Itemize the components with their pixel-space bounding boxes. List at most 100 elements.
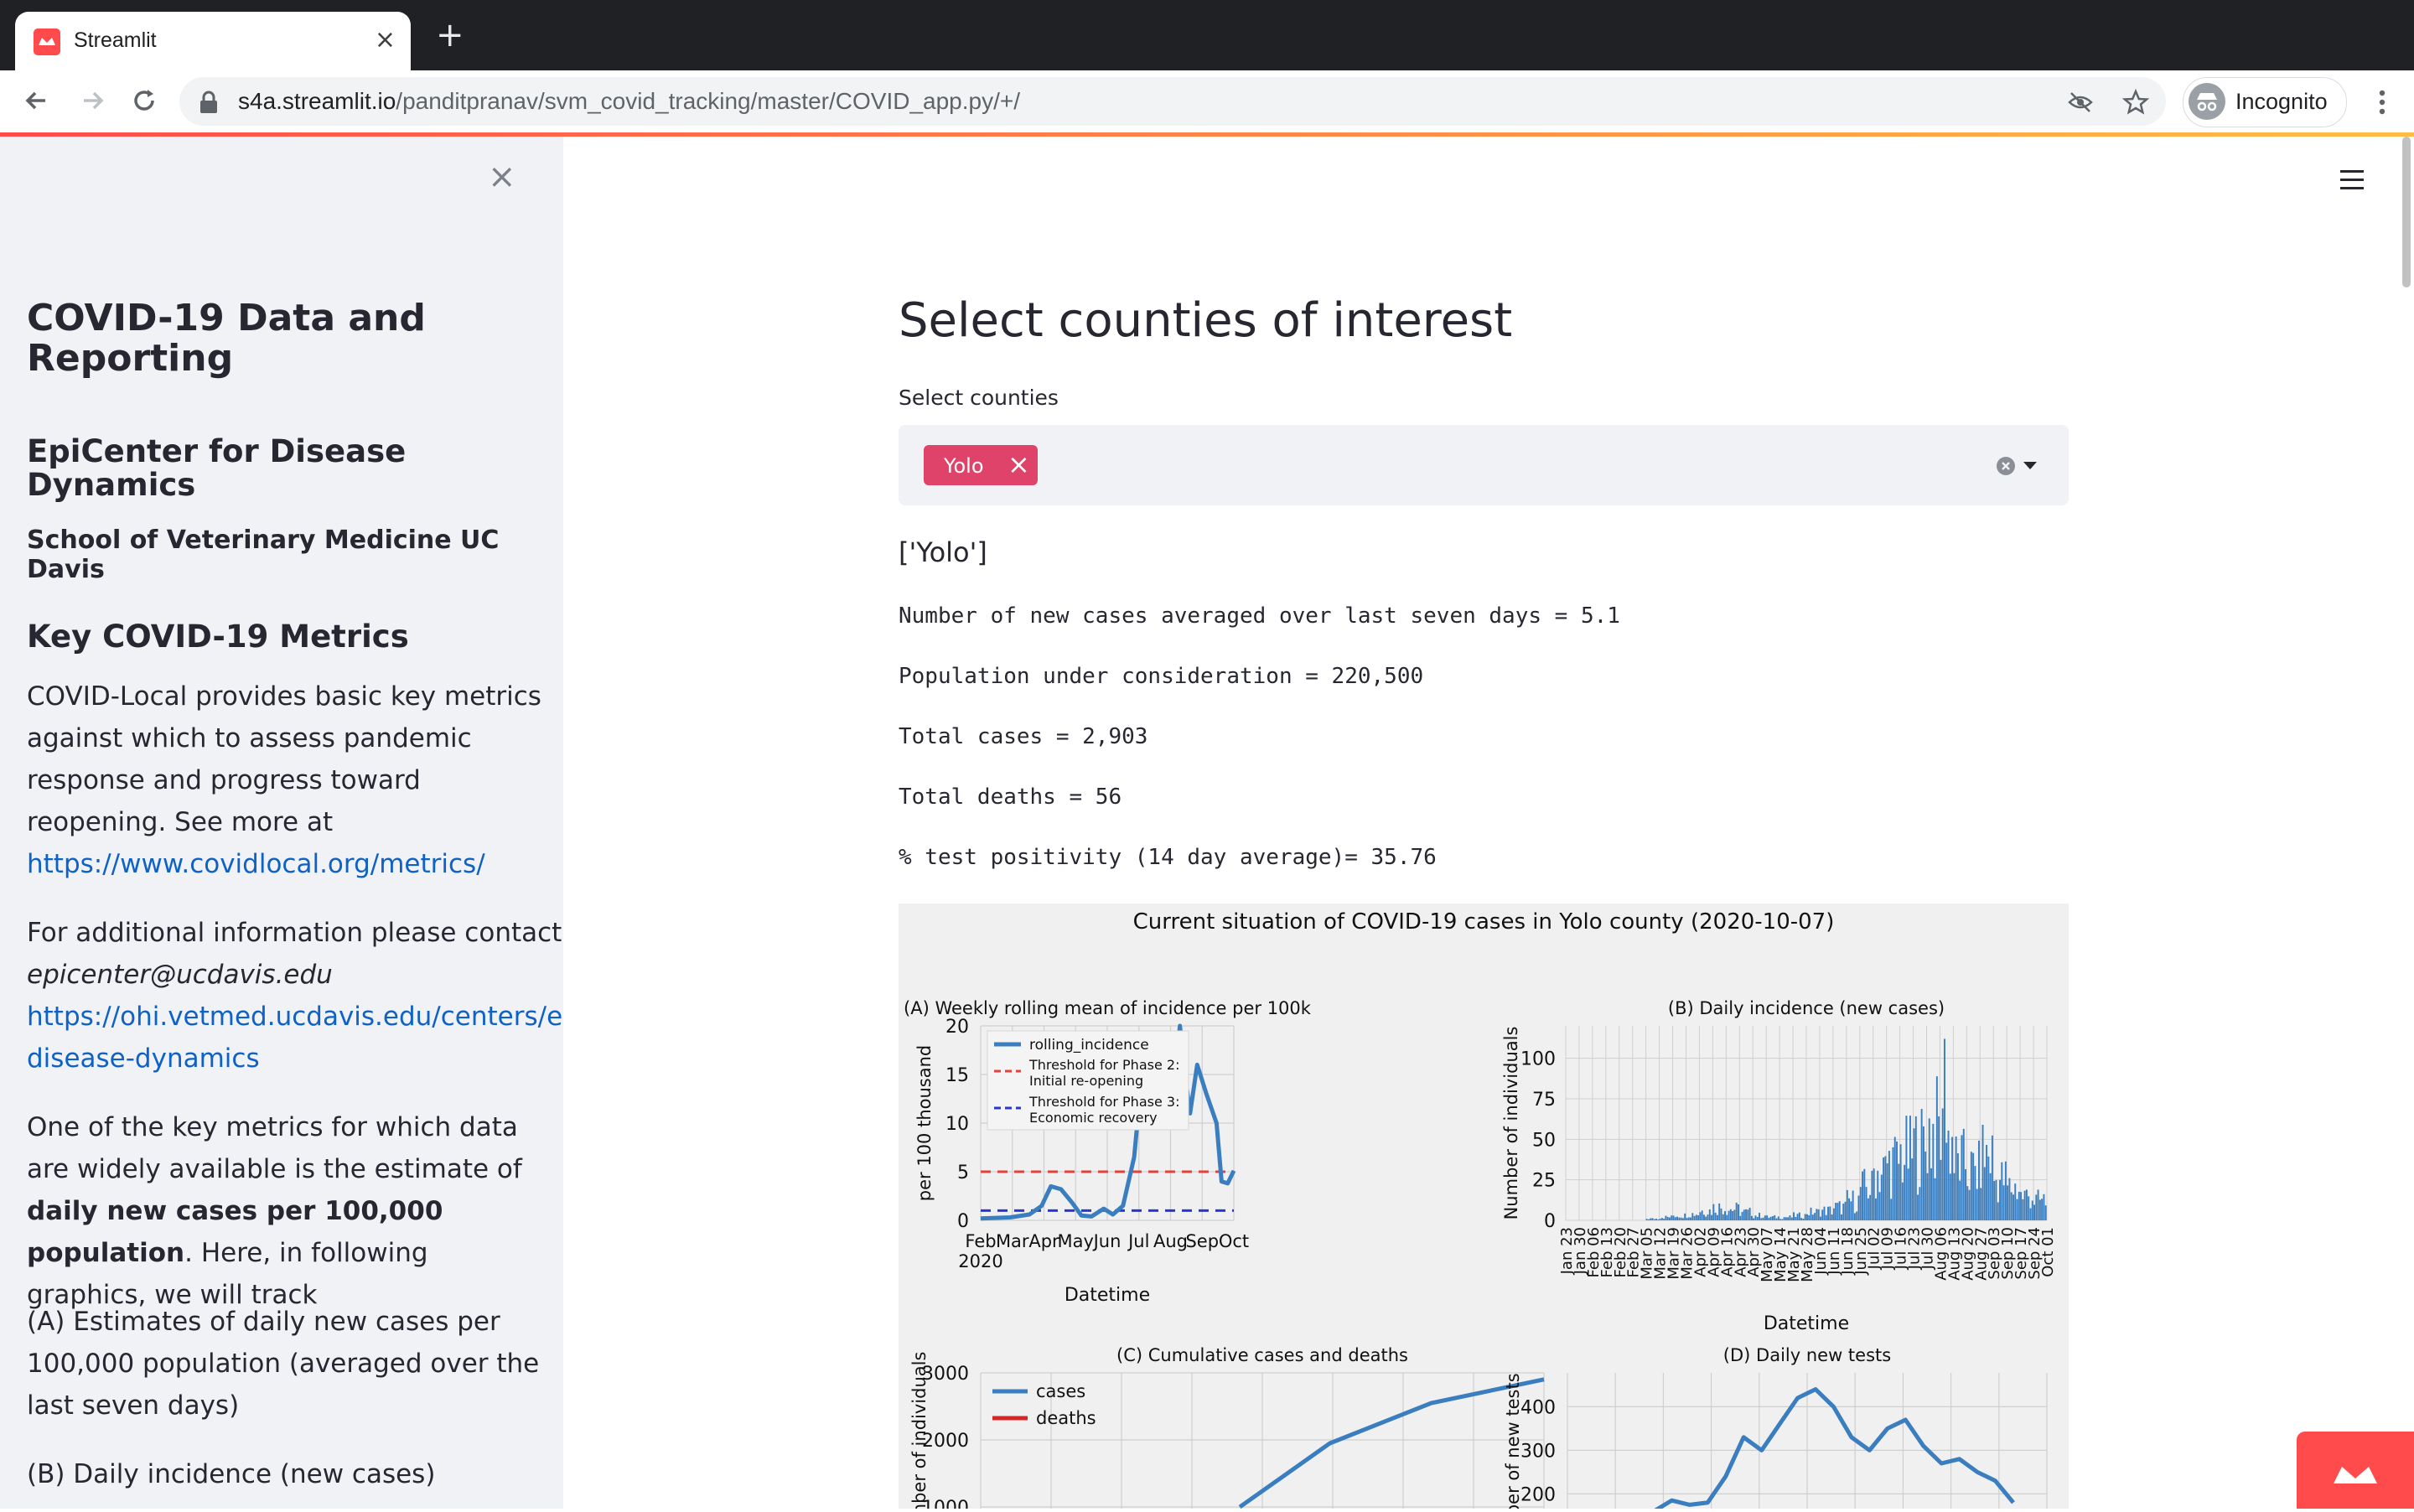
daily-incidence-bar xyxy=(1968,1189,1971,1220)
daily-incidence-bar xyxy=(2028,1196,2030,1220)
reload-icon[interactable] xyxy=(127,84,161,117)
panel-a-ytick-label: 0 xyxy=(957,1211,969,1232)
daily-incidence-bar xyxy=(1909,1116,1911,1220)
daily-incidence-bar xyxy=(1944,1038,1945,1220)
daily-incidence-bar xyxy=(1795,1216,1797,1220)
daily-incidence-bar xyxy=(1666,1216,1669,1220)
daily-incidence-bar xyxy=(1772,1216,1774,1220)
covidlocal-link[interactable]: https://www.covidlocal.org/metrics/ xyxy=(27,849,485,879)
browser-tab[interactable]: Streamlit × xyxy=(15,12,411,70)
daily-incidence-bar xyxy=(1831,1214,1833,1220)
daily-incidence-bar xyxy=(1890,1199,1893,1220)
panel-a-ytick-label: 10 xyxy=(945,1114,969,1135)
daily-incidence-bar xyxy=(1965,1169,1966,1220)
daily-incidence-bar xyxy=(1986,1144,1988,1220)
hamburger-menu-icon[interactable] xyxy=(2339,168,2365,193)
daily-incidence-bar xyxy=(1932,1123,1935,1220)
daily-incidence-bar xyxy=(2002,1185,2005,1220)
panel-a-xtick-label: Aug xyxy=(1153,1231,1188,1251)
daily-incidence-bar xyxy=(1655,1219,1657,1220)
daily-incidence-bar xyxy=(1940,1159,1942,1220)
incognito-profile-button[interactable]: Incognito xyxy=(2183,77,2347,127)
daily-incidence-bar xyxy=(1893,1137,1896,1220)
clear-all-icon[interactable] xyxy=(1997,457,2015,475)
metrics-heading: Key COVID-19 Metrics xyxy=(27,619,409,655)
daily-incidence-bar xyxy=(2022,1199,2024,1220)
daily-incidence-bar xyxy=(1914,1116,1917,1220)
daily-incidence-bar xyxy=(1697,1214,1700,1220)
daily-incidence-bar xyxy=(1810,1207,1812,1220)
star-icon[interactable] xyxy=(2122,89,2149,116)
daily-incidence-bar xyxy=(1720,1208,1722,1220)
daily-incidence-bar xyxy=(1798,1212,1800,1220)
daily-incidence-bar xyxy=(1796,1214,1799,1220)
daily-incidence-bar xyxy=(1875,1198,1877,1220)
chip-remove-icon[interactable]: × xyxy=(1008,448,1030,480)
county-multiselect[interactable]: Yolo × xyxy=(899,425,2069,505)
contact-email[interactable]: epicenter@ucdavis.edu xyxy=(27,960,333,990)
eye-slash-icon[interactable] xyxy=(2067,89,2094,116)
contact-text: For additional information please contac… xyxy=(27,918,562,948)
sidebar-subtitle: EpiCenter for Disease Dynamics xyxy=(27,433,407,503)
panel-a-xtick-label: Mar xyxy=(996,1231,1029,1251)
daily-incidence-bar xyxy=(1718,1203,1721,1220)
daily-incidence-bar xyxy=(1800,1218,1803,1220)
daily-incidence-bar xyxy=(2001,1162,2003,1220)
daily-incidence-bar xyxy=(1789,1215,1791,1220)
chevron-down-icon[interactable] xyxy=(2023,462,2037,469)
daily-incidence-bar xyxy=(1863,1168,1866,1220)
daily-incidence-bar xyxy=(1835,1203,1837,1220)
legend-label-threshold: Threshold for Phase 3: Economic recovery xyxy=(1028,1094,1179,1126)
daily-incidence-bar xyxy=(1703,1214,1705,1220)
daily-incidence-bar xyxy=(1680,1217,1682,1220)
panel-d-ytick-label: 400 xyxy=(1520,1397,1556,1418)
panel-a-xtick-label: Apr xyxy=(1028,1231,1059,1251)
daily-incidence-bar xyxy=(1691,1213,1694,1220)
panel-d-ylabel: Number of new tests xyxy=(1503,1373,1523,1509)
daily-incidence-bar xyxy=(1672,1215,1675,1220)
daily-incidence-bar xyxy=(1705,1216,1707,1220)
sidebar-close-icon[interactable]: × xyxy=(488,160,516,194)
daily-incidence-bar xyxy=(1783,1217,1785,1220)
chip-label: Yolo xyxy=(944,454,984,478)
browser-menu-icon[interactable] xyxy=(2365,85,2399,119)
daily-incidence-bar xyxy=(1753,1218,1755,1220)
daily-incidence-bar xyxy=(2038,1199,2041,1220)
new-tab-icon[interactable]: + xyxy=(436,18,464,52)
daily-incidence-bar xyxy=(1768,1217,1770,1220)
metrics-paragraph: COVID-Local provides basic key metrics a… xyxy=(27,676,547,885)
daily-incidence-bar xyxy=(2016,1199,2018,1220)
address-bar[interactable]: s4a.streamlit.io/panditpranav/svm_covid_… xyxy=(179,77,2166,126)
daily-incidence-bar xyxy=(1905,1116,1908,1220)
daily-incidence-bar xyxy=(1738,1204,1739,1220)
tab-close-icon[interactable]: × xyxy=(375,23,396,57)
panel-a-xtick-label: Jun xyxy=(1092,1231,1122,1251)
daily-incidence-bar xyxy=(1976,1188,1978,1220)
daily-incidence-bar xyxy=(1955,1136,1957,1220)
streamlit-badge[interactable] xyxy=(2297,1432,2414,1509)
daily-incidence-bar xyxy=(1995,1179,1997,1220)
panel-a-ytick-label: 15 xyxy=(945,1065,969,1086)
daily-incidence-bar xyxy=(1850,1201,1852,1220)
ohi-link-continued[interactable]: disease-dynamics xyxy=(27,1043,260,1074)
incognito-label: Incognito xyxy=(2235,89,2328,114)
daily-incidence-bar xyxy=(1844,1201,1847,1220)
back-icon[interactable] xyxy=(20,84,54,117)
forward-icon[interactable] xyxy=(75,84,109,117)
daily-incidence-bar xyxy=(1898,1163,1900,1220)
panel-b-ytick-label: 25 xyxy=(1532,1171,1556,1192)
daily-incidence-bar xyxy=(1947,1130,1950,1220)
daily-incidence-bar xyxy=(1748,1207,1751,1220)
item-a: (A) Estimates of daily new cases per 100… xyxy=(27,1307,540,1421)
daily-incidence-bar xyxy=(1867,1198,1869,1220)
url-host: s4a.streamlit.io xyxy=(238,88,396,114)
daily-incidence-bar xyxy=(1829,1206,1831,1220)
daily-incidence-bar xyxy=(2031,1200,2033,1220)
ohi-link[interactable]: https://ohi.vetmed.ucdavis.edu/centers/e… xyxy=(27,1002,563,1032)
scrollbar[interactable] xyxy=(2402,137,2411,287)
daily-incidence-bar xyxy=(1671,1215,1673,1220)
daily-incidence-bar xyxy=(1693,1215,1696,1220)
daily-incidence-bar xyxy=(1949,1173,1951,1220)
daily-incidence-bar xyxy=(1959,1180,1961,1220)
daily-incidence-bar xyxy=(1745,1209,1748,1220)
